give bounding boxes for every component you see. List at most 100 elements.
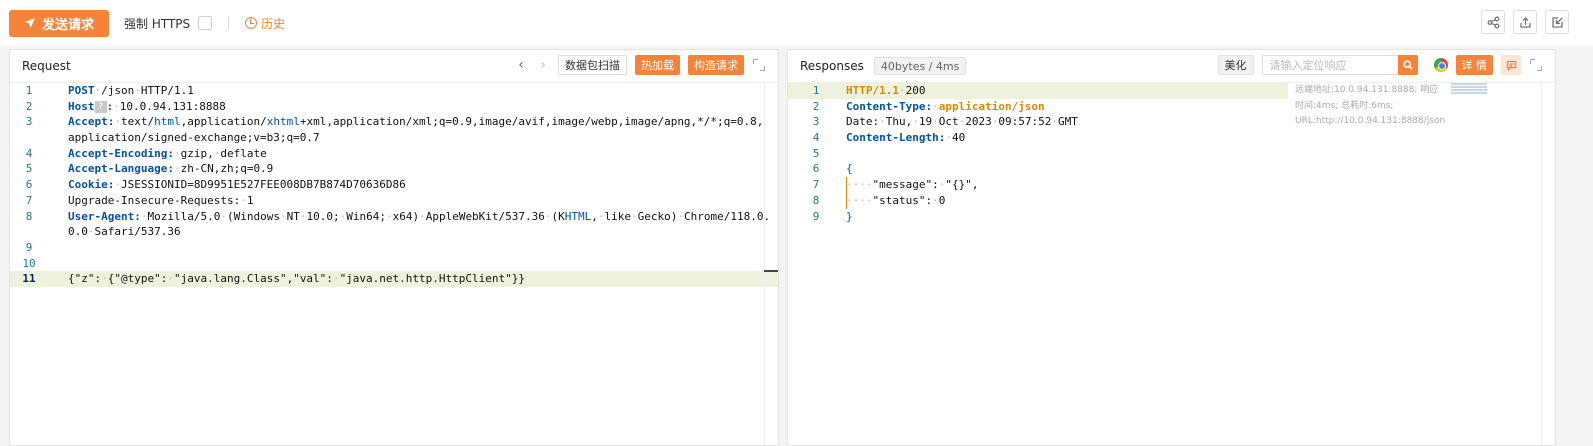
line-text: Accept-Language:·zh-CN,zh;q=0.9 xyxy=(68,161,273,177)
response-lines: 1 HTTP/1.1·200 2 Content-Type: · application/… xyxy=(788,83,1288,224)
token: (K xyxy=(551,209,565,223)
line-text: Accept:·text/html,application/xhtml+xml,… xyxy=(68,114,763,130)
token: } xyxy=(846,209,853,223)
clock-icon xyxy=(245,17,258,29)
line-number: 2 xyxy=(812,99,820,113)
token: 09:57:52 xyxy=(998,115,1052,129)
force-https-checkbox[interactable] xyxy=(198,16,213,30)
response-editor[interactable]: 1 HTTP/1.1·200 2 Content-Type: · application/… xyxy=(788,83,1555,445)
token: , xyxy=(591,209,598,223)
request-scrollbar[interactable] xyxy=(764,83,778,445)
request-code-line[interactable]: 3 Accept:·text/html,application/xhtml+xml… xyxy=(10,114,778,130)
response-code-line[interactable]: 9} xyxy=(788,209,1288,225)
line-number: 6 xyxy=(812,162,820,176)
token: html xyxy=(154,115,181,129)
response-code-line[interactable]: 5 xyxy=(788,146,1288,162)
request-code-line[interactable]: 9 xyxy=(10,240,778,256)
build-request-button[interactable]: 构造请求 xyxy=(688,55,744,75)
line-text: application/signed-exchange;v=b3;q=0.7 xyxy=(68,130,320,146)
response-scrollbar[interactable] xyxy=(1541,83,1555,445)
expand-icon[interactable] xyxy=(1529,58,1543,72)
line-number: 8 xyxy=(25,209,33,223)
token: Content-Type: xyxy=(846,99,933,113)
token: · xyxy=(932,115,939,129)
token: Thu, xyxy=(885,115,913,129)
request-code-line[interactable]: 11 {"z":·{"@type":·"java.lang.Class","val… xyxy=(10,271,778,287)
token: Date: xyxy=(846,115,880,129)
token: · xyxy=(631,209,638,223)
response-code-line[interactable]: 2 Content-Type:·application/json xyxy=(788,99,1288,115)
request-actions: ‹ › 数据包扫描 热加载 构造请求 xyxy=(514,55,766,75)
token: {"@type": xyxy=(107,272,168,286)
cursor-line-marker xyxy=(764,270,778,272)
token: Oct xyxy=(938,115,959,129)
request-code-line[interactable]: 4 Accept-Encoding:·gzip,·deflate xyxy=(10,146,778,162)
line-text: ····"message":·"{}", xyxy=(846,177,978,193)
token: Host xyxy=(68,99,95,113)
search-button[interactable] xyxy=(1397,55,1418,75)
token: · xyxy=(419,209,426,223)
request-code-line[interactable]: 2 Host?:·10.0.94.131:8888 xyxy=(10,99,778,115)
token: · xyxy=(1051,115,1058,129)
request-code-line[interactable]: 10 xyxy=(10,256,778,272)
response-code-line[interactable]: 1 HTTP/1.1·200 xyxy=(788,83,1288,99)
token: zh-CN,zh;q=0.9 xyxy=(180,162,274,176)
token: like xyxy=(604,209,632,223)
minimap[interactable] xyxy=(1451,83,1487,97)
response-code-line[interactable]: 3 Date:·Thu,·19·Oct·2023·09:57:52·GMT xyxy=(788,114,1288,130)
response-search xyxy=(1261,55,1418,75)
request-editor[interactable]: 1 POST·/json·HTTP/1.1 2 Host?:·10.0.94.131:… xyxy=(10,83,778,445)
import-button[interactable] xyxy=(1545,10,1569,34)
token: · xyxy=(114,115,121,129)
export-button[interactable] xyxy=(1513,10,1537,34)
comment-button[interactable] xyxy=(1501,55,1521,75)
chevron-right-icon[interactable]: › xyxy=(536,57,550,73)
token: HTTP/1.1 xyxy=(846,84,899,97)
request-code-line[interactable]: 6 Cookie:·JSESSIONID=8D9951E527FEE008DB7B… xyxy=(10,177,778,193)
token: · xyxy=(912,115,919,129)
token: text/ xyxy=(120,115,155,129)
token: 19 xyxy=(918,115,933,129)
response-code-line[interactable]: 7 ····"message":·"{}", xyxy=(788,177,1288,193)
import-icon xyxy=(1551,16,1563,28)
line-text: Upgrade-Insecure-Requests:·1 xyxy=(68,193,253,209)
line-text: } xyxy=(846,209,853,225)
packet-scan-button[interactable]: 数据包扫描 xyxy=(558,55,627,75)
request-lines: 1 POST·/json·HTTP/1.1 2 Host?:·10.0.94.131:… xyxy=(10,83,778,287)
detail-button[interactable]: 详 情 xyxy=(1455,55,1493,75)
token: NT xyxy=(286,209,300,223)
request-code-line[interactable]: 8 User-Agent:·Mozilla/5.0·(Windows·NT·10.… xyxy=(10,209,778,225)
request-code-line[interactable]: 5 Accept-Language:·zh-CN,zh;q=0.9 xyxy=(10,161,778,177)
token: ,application/ xyxy=(180,115,267,129)
force-https-toggle[interactable]: 强制 HTTPS xyxy=(124,15,213,32)
request-panel: Request ‹ › 数据包扫描 热加载 构造请求 1 POST·/json·H… xyxy=(9,49,779,446)
token: deflate xyxy=(220,146,267,160)
token: (Windows xyxy=(226,209,280,223)
beautify-button[interactable]: 美化 xyxy=(1217,55,1254,75)
line-text: HTTP/1.1·200 xyxy=(846,83,925,99)
response-search-input[interactable] xyxy=(1261,55,1398,75)
token: Accept: xyxy=(68,115,115,129)
response-title: Responses xyxy=(800,59,864,73)
response-code-line[interactable]: 8 ····"status":·0 xyxy=(788,193,1288,209)
token: User-Agent: xyxy=(68,209,141,223)
hot-load-button[interactable]: 热加载 xyxy=(635,55,680,75)
chrome-icon[interactable] xyxy=(1433,58,1448,72)
token: 200 xyxy=(905,84,926,97)
token: application/json xyxy=(938,99,1045,113)
chevron-left-icon[interactable]: ‹ xyxy=(514,57,528,73)
line-text: Date:·Thu,·19·Oct·2023·09:57:52·GMT xyxy=(846,114,1078,130)
line-text: {"z":·{"@type":·"java.lang.Class","val":… xyxy=(68,271,525,287)
request-code-line[interactable]: application/signed-exchange;v=b3;q=0.7 xyxy=(10,130,778,146)
share-button[interactable] xyxy=(1481,10,1505,34)
response-code-line[interactable]: 6{ xyxy=(788,161,1288,177)
expand-icon[interactable] xyxy=(752,58,766,72)
response-code-line[interactable]: 4 Content-Length:·40 xyxy=(788,130,1288,146)
history-button[interactable]: 历史 xyxy=(245,15,285,32)
request-code-line[interactable]: 7 Upgrade-Insecure-Requests:·1 xyxy=(10,193,778,209)
send-request-button[interactable]: 发送请求 xyxy=(9,9,109,37)
request-code-line[interactable]: 0.0·Safari/537.36 xyxy=(10,224,778,240)
comment-icon xyxy=(1506,60,1516,71)
token: POST xyxy=(68,84,95,97)
request-code-line[interactable]: 1 POST·/json·HTTP/1.1 xyxy=(10,83,778,99)
